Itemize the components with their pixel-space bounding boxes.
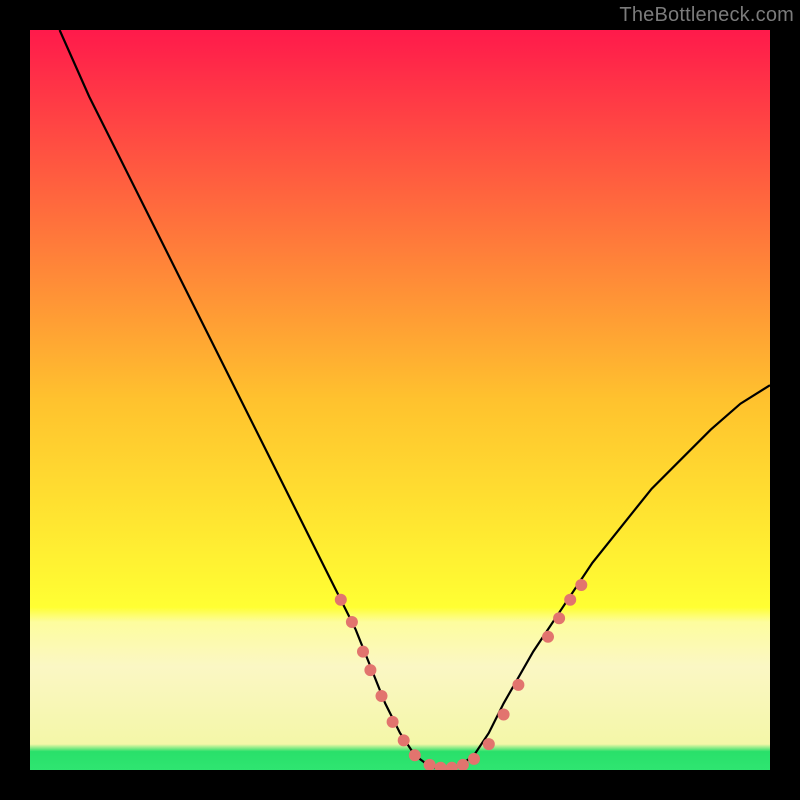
chart-frame xyxy=(30,30,770,770)
curve-marker xyxy=(398,734,410,746)
curve-marker xyxy=(542,631,554,643)
curve-marker xyxy=(468,753,480,765)
curve-marker xyxy=(364,664,376,676)
chart-svg xyxy=(30,30,770,770)
curve-marker xyxy=(387,716,399,728)
curve-marker xyxy=(346,616,358,628)
curve-marker xyxy=(498,709,510,721)
curve-marker xyxy=(409,749,421,761)
curve-marker xyxy=(335,594,347,606)
watermark-text: TheBottleneck.com xyxy=(619,4,794,27)
gradient-background xyxy=(30,30,770,770)
curve-marker xyxy=(512,679,524,691)
curve-marker xyxy=(575,579,587,591)
curve-marker xyxy=(376,690,388,702)
curve-marker xyxy=(483,738,495,750)
curve-marker xyxy=(553,612,565,624)
curve-marker xyxy=(357,646,369,658)
curve-marker xyxy=(564,594,576,606)
